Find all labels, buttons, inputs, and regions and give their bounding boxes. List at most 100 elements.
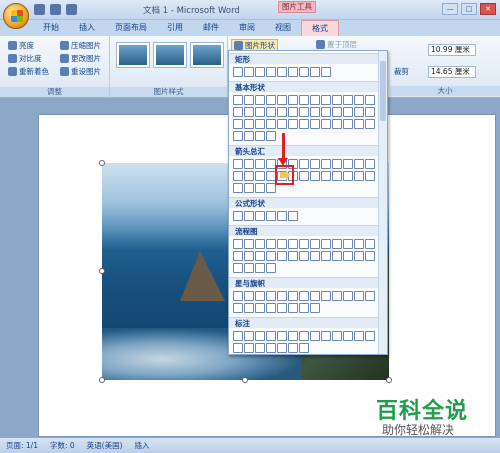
shape-option[interactable]: [321, 67, 331, 77]
shape-option[interactable]: [266, 67, 276, 77]
shape-option[interactable]: [288, 95, 298, 105]
shape-option[interactable]: [244, 343, 254, 353]
language[interactable]: 英语(美国): [87, 440, 123, 451]
shape-option[interactable]: [365, 119, 375, 129]
shape-option[interactable]: [321, 95, 331, 105]
shape-option[interactable]: [266, 119, 276, 129]
shape-option[interactable]: [299, 67, 309, 77]
shape-option[interactable]: [266, 211, 276, 221]
shape-option[interactable]: [233, 303, 243, 313]
shape-option[interactable]: [277, 251, 287, 261]
shape-option[interactable]: [233, 211, 243, 221]
shape-option[interactable]: [255, 263, 265, 273]
shape-option[interactable]: [244, 331, 254, 341]
shape-option[interactable]: [343, 119, 353, 129]
shape-option[interactable]: [354, 239, 364, 249]
shape-option[interactable]: [343, 107, 353, 117]
shape-option[interactable]: [321, 107, 331, 117]
shape-option[interactable]: [310, 67, 320, 77]
shape-option[interactable]: [266, 251, 276, 261]
arrow-shape-option[interactable]: [310, 159, 320, 169]
save-icon[interactable]: [34, 4, 45, 15]
shape-option[interactable]: [233, 291, 243, 301]
shape-option[interactable]: [299, 303, 309, 313]
arrow-shape-option[interactable]: [354, 171, 364, 181]
arrow-shape-option[interactable]: [299, 159, 309, 169]
shape-option[interactable]: [233, 131, 243, 141]
style-thumb[interactable]: [190, 42, 224, 68]
tab-view[interactable]: 视图: [265, 20, 301, 36]
shape-option[interactable]: [255, 343, 265, 353]
shape-option[interactable]: [233, 107, 243, 117]
shape-option[interactable]: [288, 119, 298, 129]
brightness-button[interactable]: 亮度: [8, 40, 34, 51]
tab-format[interactable]: 格式: [301, 20, 339, 36]
shape-option[interactable]: [332, 119, 342, 129]
arrow-shape-option[interactable]: [332, 159, 342, 169]
shape-option[interactable]: [288, 303, 298, 313]
shape-option[interactable]: [277, 291, 287, 301]
style-thumb[interactable]: [116, 42, 150, 68]
arrow-shape-option[interactable]: [321, 159, 331, 169]
shape-option[interactable]: [310, 331, 320, 341]
shape-option[interactable]: [244, 67, 254, 77]
shape-option[interactable]: [299, 107, 309, 117]
shape-option[interactable]: [266, 263, 276, 273]
redo-icon[interactable]: [66, 4, 77, 15]
shape-option[interactable]: [255, 119, 265, 129]
shape-option[interactable]: [299, 119, 309, 129]
shape-option[interactable]: [354, 119, 364, 129]
shape-option[interactable]: [277, 343, 287, 353]
shape-option[interactable]: [299, 251, 309, 261]
arrow-shape-option[interactable]: [244, 183, 254, 193]
shape-option[interactable]: [233, 251, 243, 261]
shape-option[interactable]: [343, 291, 353, 301]
arrow-shape-option[interactable]: [255, 159, 265, 169]
shape-option[interactable]: [266, 239, 276, 249]
shape-option[interactable]: [288, 251, 298, 261]
shape-option[interactable]: [321, 119, 331, 129]
shape-option[interactable]: [299, 95, 309, 105]
arrow-shape-option[interactable]: [321, 171, 331, 181]
shape-option[interactable]: [266, 291, 276, 301]
shape-option[interactable]: [354, 251, 364, 261]
shape-option[interactable]: [332, 107, 342, 117]
shape-option[interactable]: [233, 119, 243, 129]
arrow-shape-option[interactable]: [233, 183, 243, 193]
shape-option[interactable]: [310, 119, 320, 129]
shape-option[interactable]: [244, 119, 254, 129]
shape-option[interactable]: [288, 67, 298, 77]
shape-option[interactable]: [365, 95, 375, 105]
shape-option[interactable]: [310, 291, 320, 301]
shape-option[interactable]: [299, 291, 309, 301]
shape-option[interactable]: [255, 239, 265, 249]
arrow-shape-option[interactable]: [255, 171, 265, 181]
shape-option[interactable]: [277, 107, 287, 117]
compress-button[interactable]: 压缩图片: [60, 40, 101, 51]
shape-option[interactable]: [255, 67, 265, 77]
shape-option[interactable]: [233, 67, 243, 77]
shape-option[interactable]: [310, 107, 320, 117]
shape-option[interactable]: [277, 95, 287, 105]
shape-option[interactable]: [233, 343, 243, 353]
shape-option[interactable]: [343, 95, 353, 105]
shape-option[interactable]: [343, 239, 353, 249]
arrow-shape-option[interactable]: [233, 171, 243, 181]
shape-option[interactable]: [277, 67, 287, 77]
arrow-shape-option[interactable]: [244, 159, 254, 169]
shape-option[interactable]: [365, 291, 375, 301]
resize-handle[interactable]: [242, 377, 248, 383]
arrow-shape-option[interactable]: [343, 159, 353, 169]
tab-page-layout[interactable]: 页面布局: [105, 20, 157, 36]
tab-home[interactable]: 开始: [33, 20, 69, 36]
shape-option[interactable]: [343, 331, 353, 341]
shape-option[interactable]: [233, 95, 243, 105]
tab-mailings[interactable]: 邮件: [193, 20, 229, 36]
shape-option[interactable]: [321, 239, 331, 249]
shape-option[interactable]: [343, 251, 353, 261]
arrow-shape-option[interactable]: [310, 171, 320, 181]
shape-option[interactable]: [299, 331, 309, 341]
arrow-shape-option[interactable]: [233, 159, 243, 169]
shape-option[interactable]: [233, 263, 243, 273]
shape-option[interactable]: [244, 263, 254, 273]
